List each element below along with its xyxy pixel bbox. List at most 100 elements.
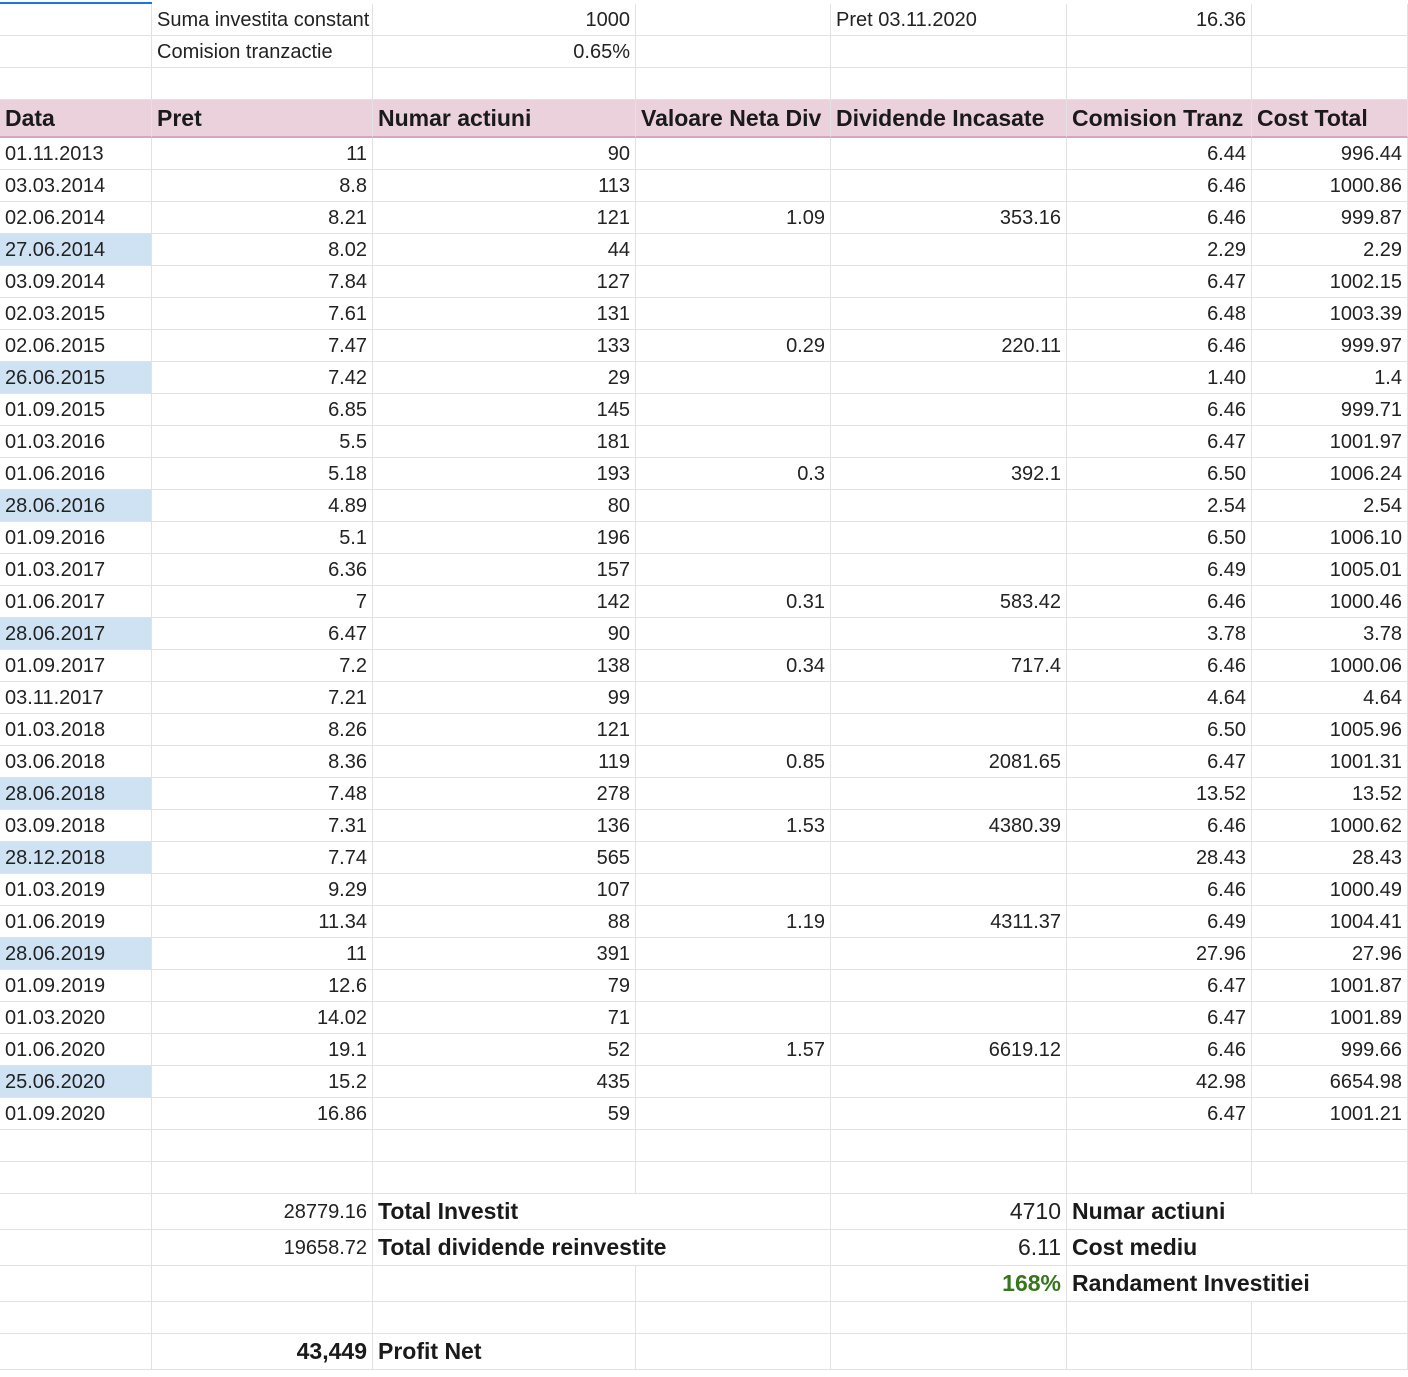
cell-cost-total[interactable]: 13.52 bbox=[1252, 778, 1408, 810]
cell-cost-total[interactable]: 1000.62 bbox=[1252, 810, 1408, 842]
cell-dividende-incasate[interactable] bbox=[831, 266, 1067, 298]
cell-empty[interactable] bbox=[636, 68, 831, 100]
cell-cost-total[interactable]: 1001.97 bbox=[1252, 426, 1408, 458]
cell-cost-total[interactable]: 1005.96 bbox=[1252, 714, 1408, 746]
cell-cost-total[interactable]: 27.96 bbox=[1252, 938, 1408, 970]
cell-pret[interactable]: 15.2 bbox=[152, 1066, 373, 1098]
comision-label[interactable]: Comision tranzactie bbox=[152, 36, 373, 68]
cell-empty[interactable] bbox=[1067, 68, 1252, 100]
cell-numar-actiuni[interactable]: 90 bbox=[373, 138, 636, 170]
cell-dividende-incasate[interactable] bbox=[831, 970, 1067, 1002]
cell-comision-tranz[interactable]: 1.40 bbox=[1067, 362, 1252, 394]
cell-valoare-neta-div[interactable]: 1.19 bbox=[636, 906, 831, 938]
cell-empty[interactable] bbox=[636, 36, 831, 68]
header-comision-tranz[interactable]: Comision Tranz bbox=[1067, 100, 1252, 138]
pret-value[interactable]: 16.36 bbox=[1067, 4, 1252, 36]
cell-empty[interactable] bbox=[1252, 68, 1408, 100]
randament-label[interactable]: Randament Investitiei bbox=[1067, 1266, 1408, 1302]
cell-pret[interactable]: 11 bbox=[152, 938, 373, 970]
cell-empty[interactable] bbox=[0, 1230, 152, 1266]
cell-valoare-neta-div[interactable] bbox=[636, 554, 831, 586]
cell-pret[interactable]: 7.48 bbox=[152, 778, 373, 810]
cell-dividende-incasate[interactable] bbox=[831, 490, 1067, 522]
cell-valoare-neta-div[interactable] bbox=[636, 938, 831, 970]
cell-empty[interactable] bbox=[636, 1130, 831, 1162]
cell-dividende-incasate[interactable]: 392.1 bbox=[831, 458, 1067, 490]
cell-pret[interactable]: 12.6 bbox=[152, 970, 373, 1002]
cell-date[interactable]: 01.06.2020 bbox=[0, 1034, 152, 1066]
cell-pret[interactable]: 7.2 bbox=[152, 650, 373, 682]
cell-numar-actiuni[interactable]: 136 bbox=[373, 810, 636, 842]
cell-empty[interactable] bbox=[831, 1334, 1067, 1370]
cell-dividende-incasate[interactable] bbox=[831, 522, 1067, 554]
header-dividende-incasate[interactable]: Dividende Incasate bbox=[831, 100, 1067, 138]
cell-valoare-neta-div[interactable] bbox=[636, 298, 831, 330]
cell-comision-tranz[interactable]: 27.96 bbox=[1067, 938, 1252, 970]
cell-dividende-incasate[interactable]: 4380.39 bbox=[831, 810, 1067, 842]
cell-pret[interactable]: 7.21 bbox=[152, 682, 373, 714]
cell-pret[interactable]: 11 bbox=[152, 138, 373, 170]
cell-comision-tranz[interactable]: 6.46 bbox=[1067, 810, 1252, 842]
cell-numar-actiuni[interactable]: 133 bbox=[373, 330, 636, 362]
cell-valoare-neta-div[interactable]: 0.3 bbox=[636, 458, 831, 490]
cell-cost-total[interactable]: 1001.87 bbox=[1252, 970, 1408, 1002]
cell-cost-total[interactable]: 2.29 bbox=[1252, 234, 1408, 266]
cell-date[interactable]: 28.06.2019 bbox=[0, 938, 152, 970]
cell-dividende-incasate[interactable] bbox=[831, 170, 1067, 202]
cell-date[interactable]: 01.11.2013 bbox=[0, 138, 152, 170]
cell-numar-actiuni[interactable]: 99 bbox=[373, 682, 636, 714]
cell-comision-tranz[interactable]: 6.46 bbox=[1067, 1034, 1252, 1066]
cell-numar-actiuni[interactable]: 278 bbox=[373, 778, 636, 810]
cell-comision-tranz[interactable]: 4.64 bbox=[1067, 682, 1252, 714]
cell-cost-total[interactable]: 1001.21 bbox=[1252, 1098, 1408, 1130]
cell-comision-tranz[interactable]: 6.46 bbox=[1067, 394, 1252, 426]
comision-value[interactable]: 0.65% bbox=[373, 36, 636, 68]
cell-pret[interactable]: 8.8 bbox=[152, 170, 373, 202]
cell-dividende-incasate[interactable] bbox=[831, 362, 1067, 394]
cell-pret[interactable]: 8.26 bbox=[152, 714, 373, 746]
cell-empty[interactable] bbox=[1067, 36, 1252, 68]
cell-empty[interactable] bbox=[0, 1334, 152, 1370]
cell-date[interactable]: 01.09.2017 bbox=[0, 650, 152, 682]
cell-empty[interactable] bbox=[373, 1266, 636, 1302]
cell-empty[interactable] bbox=[152, 1266, 373, 1302]
cell-date[interactable]: 03.06.2018 bbox=[0, 746, 152, 778]
cell-numar-actiuni[interactable]: 435 bbox=[373, 1066, 636, 1098]
cell-empty[interactable] bbox=[152, 68, 373, 100]
cell-numar-actiuni[interactable]: 44 bbox=[373, 234, 636, 266]
cell-empty[interactable] bbox=[1067, 1302, 1252, 1334]
cell-date[interactable]: 02.06.2015 bbox=[0, 330, 152, 362]
cell-comision-tranz[interactable]: 13.52 bbox=[1067, 778, 1252, 810]
cell-date[interactable]: 01.06.2017 bbox=[0, 586, 152, 618]
profit-net-value[interactable]: 43,449 bbox=[152, 1334, 373, 1370]
cell-numar-actiuni[interactable]: 145 bbox=[373, 394, 636, 426]
cell-numar-actiuni[interactable]: 138 bbox=[373, 650, 636, 682]
cell-cost-total[interactable]: 1001.31 bbox=[1252, 746, 1408, 778]
cell-numar-actiuni[interactable]: 127 bbox=[373, 266, 636, 298]
cell-cost-total[interactable]: 2.54 bbox=[1252, 490, 1408, 522]
cell-cost-total[interactable]: 996.44 bbox=[1252, 138, 1408, 170]
cell-comision-tranz[interactable]: 6.44 bbox=[1067, 138, 1252, 170]
cell-empty[interactable] bbox=[373, 1302, 636, 1334]
cell-comision-tranz[interactable]: 2.54 bbox=[1067, 490, 1252, 522]
cell-cost-total[interactable]: 1004.41 bbox=[1252, 906, 1408, 938]
cell-cost-total[interactable]: 3.78 bbox=[1252, 618, 1408, 650]
suma-value[interactable]: 1000 bbox=[373, 4, 636, 36]
cell-numar-actiuni[interactable]: 121 bbox=[373, 714, 636, 746]
cell-comision-tranz[interactable]: 2.29 bbox=[1067, 234, 1252, 266]
cell-empty[interactable] bbox=[1252, 1162, 1408, 1194]
cell-dividende-incasate[interactable] bbox=[831, 874, 1067, 906]
cell-empty[interactable] bbox=[831, 1162, 1067, 1194]
cell-numar-actiuni[interactable]: 29 bbox=[373, 362, 636, 394]
cell-comision-tranz[interactable]: 6.50 bbox=[1067, 522, 1252, 554]
cell-empty[interactable] bbox=[0, 36, 152, 68]
cell-date[interactable]: 28.06.2016 bbox=[0, 490, 152, 522]
cell-cost-total[interactable]: 999.97 bbox=[1252, 330, 1408, 362]
cell-empty[interactable] bbox=[831, 68, 1067, 100]
cell-valoare-neta-div[interactable] bbox=[636, 394, 831, 426]
cell-date[interactable]: 03.09.2014 bbox=[0, 266, 152, 298]
cell-comision-tranz[interactable]: 6.48 bbox=[1067, 298, 1252, 330]
cell-dividende-incasate[interactable] bbox=[831, 682, 1067, 714]
cell-date[interactable]: 02.03.2015 bbox=[0, 298, 152, 330]
cell-numar-actiuni[interactable]: 157 bbox=[373, 554, 636, 586]
